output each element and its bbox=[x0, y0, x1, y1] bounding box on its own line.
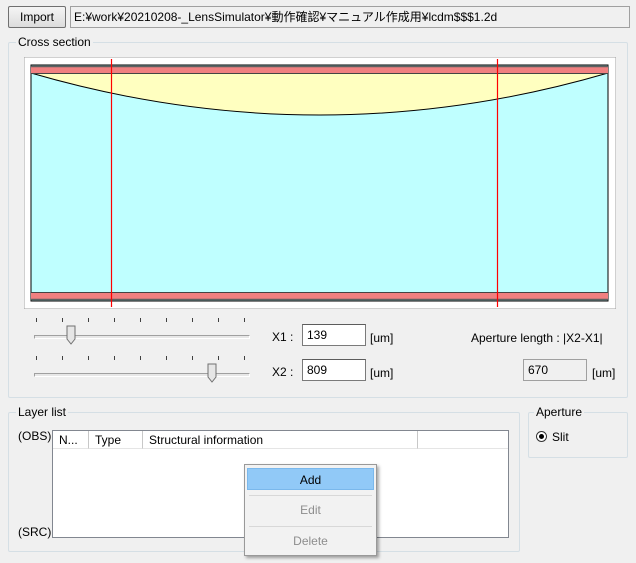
x1-input[interactable]: 139 bbox=[302, 324, 366, 346]
menu-item-add[interactable]: Add bbox=[247, 468, 374, 490]
slit-radio-label[interactable]: Slit bbox=[552, 430, 569, 444]
cross-section-title: Cross section bbox=[16, 35, 93, 49]
x1-label: X1 : bbox=[272, 330, 294, 344]
layer-list-title: Layer list bbox=[16, 405, 69, 419]
bottom-electrode bbox=[31, 293, 608, 299]
menu-item-delete[interactable]: Delete bbox=[247, 530, 374, 552]
column-header-filler bbox=[418, 431, 508, 449]
column-header-type[interactable]: Type bbox=[89, 431, 143, 449]
menu-item-edit[interactable]: Edit bbox=[247, 499, 374, 521]
column-header-structural-information[interactable]: Structural information bbox=[143, 431, 418, 449]
obs-label: (OBS) bbox=[18, 429, 52, 443]
aperture-length-unit: [um] bbox=[592, 366, 616, 380]
x1-unit: [um] bbox=[370, 331, 394, 345]
cross-section-view[interactable] bbox=[24, 57, 616, 309]
context-menu: Add Edit Delete bbox=[244, 464, 377, 556]
x2-slider[interactable] bbox=[32, 354, 254, 384]
x2-slider-thumb[interactable] bbox=[207, 363, 217, 383]
x2-label: X2 : bbox=[272, 365, 294, 379]
aperture-length-label: Aperture length : |X2-X1| bbox=[471, 331, 603, 345]
src-label: (SRC) bbox=[18, 525, 52, 539]
file-path-field: E:¥work¥20210208-_LensSimulator¥動作確認¥マニュ… bbox=[70, 6, 630, 28]
x1-slider-thumb[interactable] bbox=[66, 325, 76, 345]
slit-radio-button[interactable] bbox=[536, 431, 547, 442]
import-button[interactable]: Import bbox=[8, 6, 66, 28]
aperture-title: Aperture bbox=[534, 405, 585, 419]
top-electrode bbox=[31, 67, 608, 73]
x2-input[interactable]: 809 bbox=[302, 359, 366, 381]
x1-slider[interactable] bbox=[32, 316, 254, 346]
column-header-number[interactable]: N... bbox=[53, 431, 89, 449]
x2-unit: [um] bbox=[370, 366, 394, 380]
aperture-length-value: 670 bbox=[523, 359, 587, 381]
